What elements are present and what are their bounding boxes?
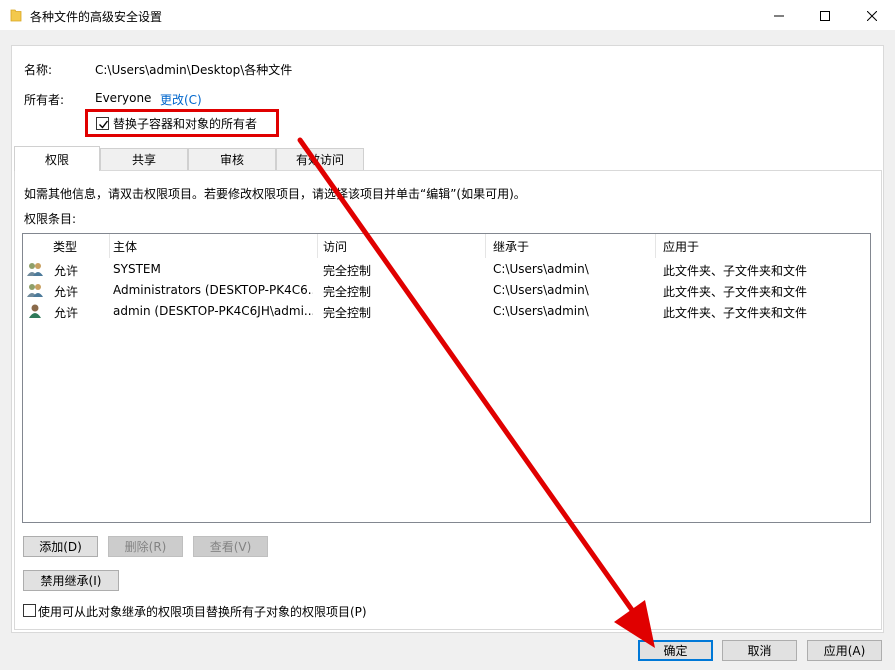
table-row[interactable]: 允许 admin (DESKTOP-PK4C6JH\admi... 完全控制 C…	[23, 301, 870, 322]
row-type: 允许	[54, 264, 79, 278]
permissions-info-text: 如需其他信息，请双击权限项目。若要修改权限项目，请选择该项目并单击“编辑”(如果…	[24, 187, 526, 201]
tab-auditing[interactable]: 审核	[188, 148, 276, 170]
permission-entries-label: 权限条目:	[24, 212, 77, 226]
remove-button[interactable]: 删除(R)	[108, 536, 183, 557]
minimize-button[interactable]	[756, 0, 802, 31]
row-inherited-from: C:\Users\admin\	[493, 304, 589, 318]
table-row[interactable]: 允许 Administrators (DESKTOP-PK4C6... 完全控制…	[23, 280, 870, 301]
replace-child-permissions-checkbox[interactable]	[23, 604, 36, 617]
single-user-icon	[26, 303, 44, 322]
add-button[interactable]: 添加(D)	[23, 536, 98, 557]
column-divider	[655, 234, 656, 258]
name-value: C:\Users\admin\Desktop\各种文件	[95, 63, 293, 77]
cancel-button[interactable]: 取消	[722, 640, 797, 661]
tab-share[interactable]: 共享	[100, 148, 188, 170]
row-inherited-from: C:\Users\admin\	[493, 262, 589, 276]
row-type: 允许	[54, 306, 79, 320]
row-access: 完全控制	[323, 285, 372, 299]
owner-value: Everyone	[95, 91, 152, 105]
column-header-principal[interactable]: 主体	[113, 234, 137, 258]
column-divider	[317, 234, 318, 258]
close-button[interactable]	[849, 0, 895, 31]
disable-inheritance-button[interactable]: 禁用继承(I)	[23, 570, 119, 591]
owner-label: 所有者:	[24, 93, 65, 107]
column-header-applies-to[interactable]: 应用于	[663, 234, 699, 258]
table-row[interactable]: 允许 SYSTEM 完全控制 C:\Users\admin\ 此文件夹、子文件夹…	[23, 259, 870, 280]
row-applies-to: 此文件夹、子文件夹和文件	[663, 264, 808, 278]
tab-effective-access[interactable]: 有效访问	[276, 148, 364, 170]
row-inherited-from: C:\Users\admin\	[493, 283, 589, 297]
column-divider	[485, 234, 486, 258]
row-principal: SYSTEM	[113, 262, 161, 276]
tab-permissions[interactable]: 权限	[14, 146, 100, 171]
ok-button[interactable]: 确定	[638, 640, 713, 661]
column-header-access[interactable]: 访问	[323, 234, 347, 258]
name-label: 名称:	[24, 63, 53, 77]
row-applies-to: 此文件夹、子文件夹和文件	[663, 306, 808, 320]
annotation-highlight-box	[85, 109, 279, 137]
row-applies-to: 此文件夹、子文件夹和文件	[663, 285, 808, 299]
row-access: 完全控制	[323, 264, 372, 278]
row-principal: admin (DESKTOP-PK4C6JH\admi...	[113, 304, 313, 318]
column-divider	[109, 234, 110, 258]
row-access: 完全控制	[323, 306, 372, 320]
title-bar: 各种文件的高级安全设置	[0, 0, 895, 31]
row-type: 允许	[54, 285, 79, 299]
row-principal: Administrators (DESKTOP-PK4C6...	[113, 283, 313, 297]
replace-child-permissions-label[interactable]: 使用可从此对象继承的权限项目替换所有子对象的权限项目(P)	[38, 603, 367, 620]
folder-icon	[10, 8, 22, 22]
change-owner-link[interactable]: 更改(C)	[160, 91, 202, 108]
view-button[interactable]: 查看(V)	[193, 536, 268, 557]
group-users-icon	[26, 282, 44, 301]
apply-button[interactable]: 应用(A)	[807, 640, 882, 661]
permission-entries-list[interactable]: 类型 主体 访问 继承于 应用于 允许 SYSTEM 完全控制 C:\Users…	[22, 233, 871, 523]
column-header-type[interactable]: 类型	[53, 234, 77, 258]
maximize-button[interactable]	[802, 0, 848, 31]
window-title: 各种文件的高级安全设置	[30, 10, 163, 24]
group-users-icon	[26, 261, 44, 280]
column-header-inherited-from[interactable]: 继承于	[493, 234, 529, 258]
